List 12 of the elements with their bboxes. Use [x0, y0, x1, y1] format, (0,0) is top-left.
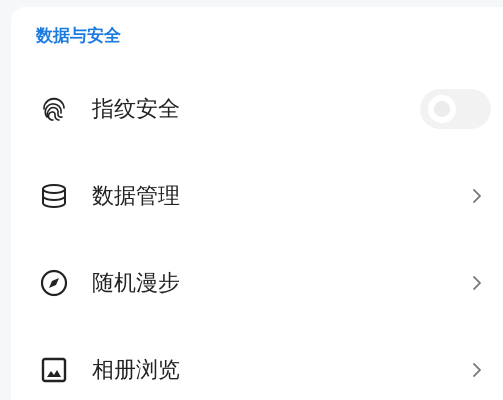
setting-label: 随机漫步	[92, 270, 181, 298]
fingerprint-icon	[40, 94, 68, 122]
section-title: 数据与安全	[34, 25, 122, 46]
setting-label: 数据管理	[92, 182, 181, 210]
database-icon	[40, 182, 68, 210]
setting-label: 指纹安全	[92, 96, 181, 124]
chevron-icon[interactable]	[472, 274, 482, 290]
chevron-icon[interactable]	[472, 188, 482, 204]
chevron-icon[interactable]	[472, 362, 482, 378]
setting-label: 相册浏览	[92, 356, 181, 384]
compass-icon	[40, 268, 68, 296]
image-icon	[40, 356, 68, 384]
